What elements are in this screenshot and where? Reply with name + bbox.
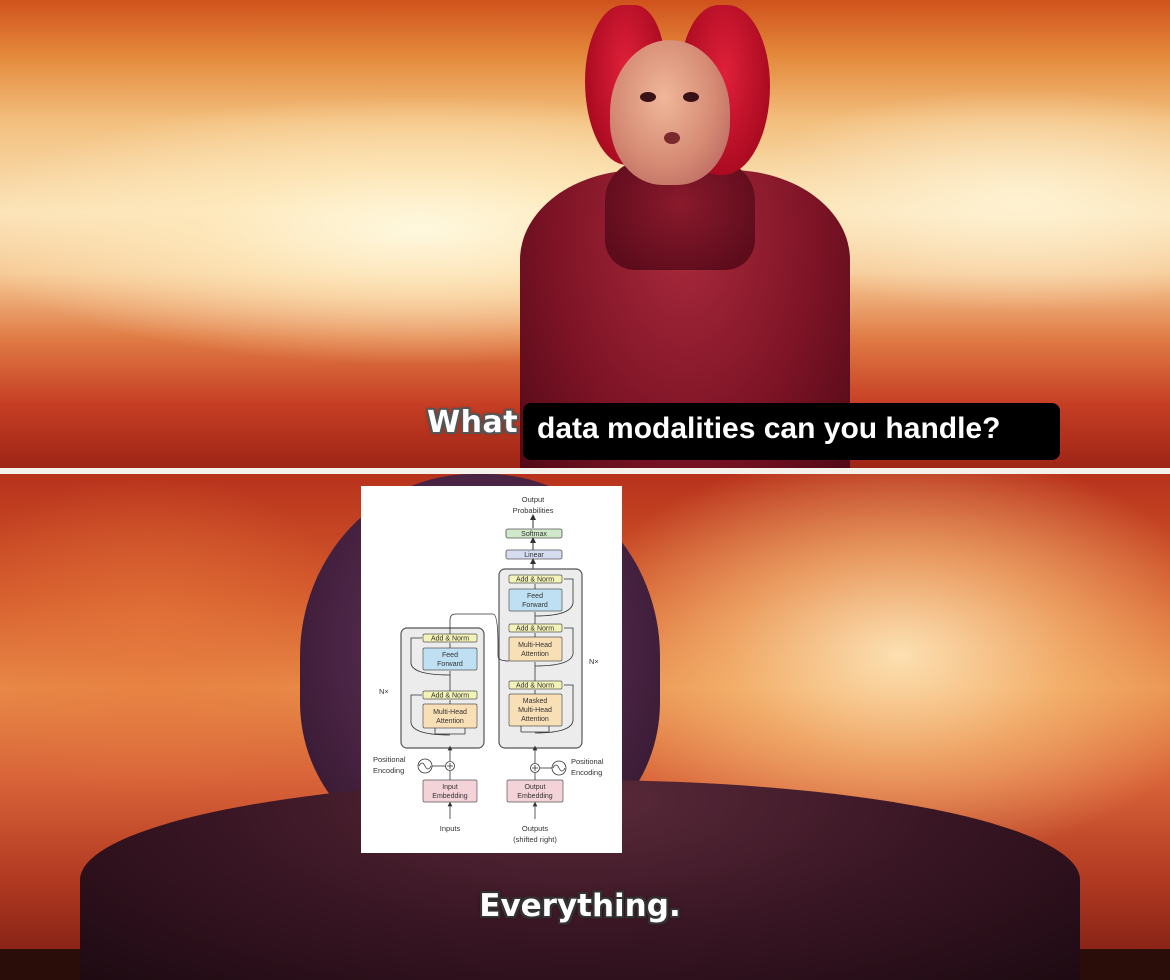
girl-face xyxy=(610,40,730,185)
output-embedding-line1: Output xyxy=(524,784,545,791)
decoder-feed-forward-line2: Forward xyxy=(522,602,548,609)
masked-line3: Attention xyxy=(521,716,549,723)
girl-mouth xyxy=(664,132,680,144)
decoder-add-norm-3-label: Add & Norm xyxy=(516,577,554,584)
encoder-mha-line1: Multi-Head xyxy=(433,709,467,716)
encoder-add-norm-1-label: Add & Norm xyxy=(431,693,469,700)
decoder-add-norm-1-label: Add & Norm xyxy=(516,683,554,690)
decoder-add-norm-2-label: Add & Norm xyxy=(516,626,554,633)
encoder-nx-label: N× xyxy=(379,687,389,696)
caption-what: What xyxy=(427,405,519,440)
softmax-label: Softmax xyxy=(521,531,547,538)
input-embedding-line2: Embedding xyxy=(432,793,468,800)
output-probabilities-line1: Output xyxy=(522,495,545,504)
linear-label: Linear xyxy=(524,552,544,559)
inputs-label: Inputs xyxy=(440,824,461,833)
caption-question-box: data modalities can you handle? xyxy=(523,403,1060,460)
pos-enc-right-line1: Positional xyxy=(571,757,604,766)
input-embedding-line1: Input xyxy=(442,784,458,791)
masked-line2: Multi-Head xyxy=(518,707,552,714)
transformer-diagram: Output Probabilities Softmax Linear Add … xyxy=(361,486,622,853)
encoder-mha-line2: Attention xyxy=(436,718,464,725)
encoder-feed-forward-line2: Forward xyxy=(437,661,463,668)
encoder-add-norm-2-label: Add & Norm xyxy=(431,636,469,643)
girl-eye-left xyxy=(640,92,656,102)
decoder-mha-line1: Multi-Head xyxy=(518,642,552,649)
encoder-feed-forward-line1: Feed xyxy=(442,652,458,659)
outputs-label-line2: (shifted right) xyxy=(513,835,557,844)
outputs-label-line1: Outputs xyxy=(522,824,549,833)
output-embedding-line2: Embedding xyxy=(517,793,553,800)
decoder-feed-forward-line1: Feed xyxy=(527,593,543,600)
pos-enc-left-line1: Positional xyxy=(373,755,406,764)
decoder-mha-line2: Attention xyxy=(521,651,549,658)
decoder-nx-label: N× xyxy=(589,657,599,666)
encoder-block xyxy=(400,627,485,749)
caption-everything: Everything. xyxy=(479,888,681,924)
girl-eye-right xyxy=(683,92,699,102)
output-probabilities-line2: Probabilities xyxy=(513,506,554,515)
masked-line1: Masked xyxy=(523,698,548,705)
pos-enc-right-line2: Encoding xyxy=(571,768,602,777)
pos-enc-left-line2: Encoding xyxy=(373,766,404,775)
